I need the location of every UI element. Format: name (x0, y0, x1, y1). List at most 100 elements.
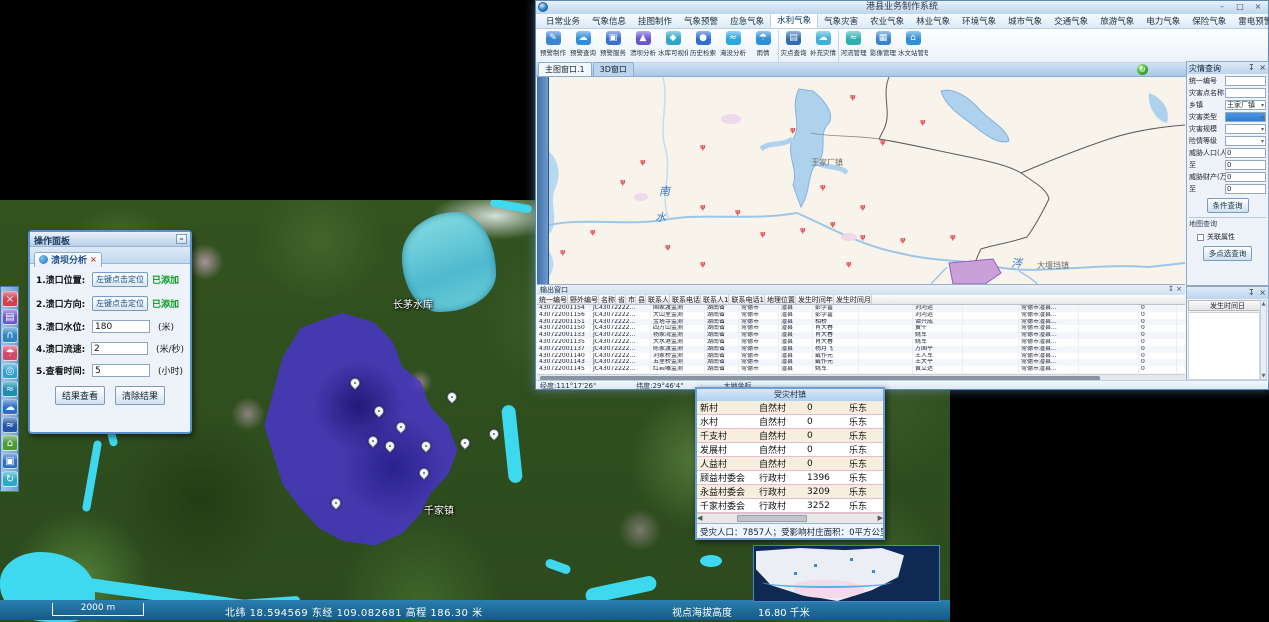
menu-tab[interactable]: 气象预警 (678, 13, 724, 28)
field-input[interactable]: ▾ (1225, 76, 1266, 86)
tab-close-icon[interactable]: × (90, 255, 97, 264)
village-row[interactable]: 发展村自然村0乐东 (697, 443, 883, 457)
table-row[interactable]: 430722001140JC43072222...刘家桥监测 湖南省常德市澧县 … (537, 353, 1185, 360)
table-row[interactable]: 430722001143JC43072222...五里桥监测 湖南省常德市澧县 … (537, 359, 1185, 366)
menu-tab[interactable]: 雷电预警 (1232, 13, 1269, 28)
action-button[interactable]: 清除结果 (115, 386, 165, 405)
chevron-down-icon[interactable]: ▾ (1261, 138, 1264, 145)
collapsed-layer-panel[interactable] (537, 77, 549, 284)
village-row[interactable]: 永益村委会行政村3209乐东 (697, 485, 883, 499)
person-alert-icon[interactable]: ☂ (2, 345, 18, 361)
menu-tab[interactable]: 保险气象 (1186, 13, 1232, 28)
table-row[interactable]: 430722001133JC43072222...杨家湾监测 湖南省常德市澧县 … (537, 332, 1185, 339)
column-header[interactable]: 发生时间月 (834, 295, 872, 304)
window-control-icon[interactable]: – (1215, 2, 1229, 11)
village-row[interactable]: 千支村自然村0乐东 (697, 429, 883, 443)
village-row[interactable]: 人益村自然村0乐东 (697, 457, 883, 471)
disaster-marker-icon[interactable]: ψ (560, 249, 566, 256)
flood-scene-icon[interactable]: ▤ (2, 309, 18, 325)
disaster-marker-icon[interactable]: ψ (846, 261, 852, 268)
grid-caption-bar[interactable]: 输出窗口 ↧ × (537, 285, 1185, 295)
ribbon-button[interactable]: ☁ 预警查询 (568, 30, 598, 62)
column-header[interactable]: 发生时间年 (796, 295, 834, 304)
menu-tab[interactable]: 交通气象 (1048, 13, 1094, 28)
field-input[interactable]: ▾ (1225, 88, 1266, 98)
disaster-marker-icon[interactable]: ψ (820, 184, 826, 191)
table-row[interactable]: 430722001156JC43072222...大山里监测 湖南省常德市澧县 … (537, 312, 1185, 319)
table-row[interactable]: 430722001150JC43072222...四方山监测 湖南省常德市澧县 … (537, 325, 1185, 332)
waves-icon[interactable]: ≈ (2, 417, 18, 433)
village-row[interactable]: 新村自然村0乐东 (697, 401, 883, 415)
field-input[interactable]: ▾ (1225, 112, 1266, 122)
column-header[interactable]: 统一编号 (537, 295, 568, 304)
umbrella-icon[interactable]: ◎ (2, 363, 18, 379)
chevron-down-icon[interactable]: ▾ (1261, 114, 1264, 121)
column-header[interactable]: 地理位置 (765, 295, 796, 304)
disaster-marker-icon[interactable]: ψ (880, 139, 886, 146)
view-tab[interactable]: 主图窗口.1 (538, 62, 592, 76)
window-control-icon[interactable]: □ (1233, 2, 1247, 11)
pin-icon[interactable]: ↧ (1168, 285, 1174, 293)
field-input[interactable]: 王家厂镇 ▾ (1225, 100, 1266, 110)
column-header[interactable]: 野外编号 (568, 295, 599, 304)
village-row[interactable]: 千家村委会行政村3252乐东 (697, 499, 883, 513)
column-header[interactable]: 名称 (599, 295, 616, 304)
field-input[interactable]: ▾ (1225, 136, 1266, 146)
ribbon-button[interactable]: ☂ 雨情 (748, 30, 778, 62)
disaster-marker-icon[interactable]: ψ (735, 209, 741, 216)
close-icon[interactable]: × (1176, 285, 1182, 293)
multi-select-query-button[interactable]: 多点选查询 (1203, 246, 1253, 261)
column-header[interactable]: 联系电话1 (729, 295, 764, 304)
scroll-up-icon[interactable]: ▲ (1261, 301, 1266, 307)
column-header[interactable]: 发生时间日 (1188, 300, 1267, 311)
disaster-marker-icon[interactable]: ψ (900, 237, 906, 244)
ribbon-button[interactable]: ≈ 河流管理 (838, 30, 868, 62)
panel-header[interactable]: 灾情查询 ↧ × (1187, 62, 1268, 74)
disaster-marker-icon[interactable]: ψ (640, 159, 646, 166)
menu-tab[interactable]: 环境气象 (956, 13, 1002, 28)
ribbon-button[interactable]: ▦ 影像管理 (868, 30, 898, 62)
ribbon-button[interactable]: ▣ 预警服务 (598, 30, 628, 62)
field-input[interactable]: 0 ▾ (1225, 172, 1266, 182)
table-row[interactable]: 430722001151JC43072222...宝塔寺监测 湖南省常德市澧县 … (537, 319, 1185, 326)
disaster-marker-icon[interactable]: ψ (760, 231, 766, 238)
scrollbar-thumb[interactable] (737, 515, 807, 522)
disaster-marker-icon[interactable]: ψ (800, 227, 806, 234)
rainbow-icon[interactable]: ∩ (2, 327, 18, 343)
disaster-marker-icon[interactable]: ψ (920, 119, 926, 126)
condition-query-button[interactable]: 条件查询 (1207, 198, 1249, 213)
wave-splash-icon[interactable]: ≈ (2, 381, 18, 397)
column-header[interactable]: 省 (616, 295, 626, 304)
column-header[interactable]: 联系人1 (701, 295, 729, 304)
disaster-marker-icon[interactable]: ψ (700, 204, 706, 211)
field-input[interactable]: 0 ▾ (1225, 184, 1266, 194)
station-icon[interactable]: ▣ (2, 453, 18, 469)
village-row[interactable]: 水村自然村0乐东 (697, 415, 883, 429)
link-attribute-checkbox[interactable]: 关联属性 (1197, 232, 1268, 242)
column-header[interactable]: 联系电话 (670, 295, 701, 304)
menu-tab[interactable]: 日常业务 (540, 13, 586, 28)
field-input[interactable]: 0 ▾ (1225, 148, 1266, 158)
menu-tab[interactable]: 林业气象 (910, 13, 956, 28)
horizontal-scrollbar[interactable]: ◀▶ (697, 513, 883, 523)
disaster-marker-icon[interactable]: ψ (860, 234, 866, 241)
close-icon[interactable]: × (1259, 288, 1266, 297)
column-header[interactable]: 市 (626, 295, 636, 304)
rain-cloud-icon[interactable]: ☁ (2, 399, 18, 415)
ribbon-button[interactable]: ● 历史检索 (688, 30, 718, 62)
pin-icon[interactable]: ↧ (1248, 63, 1255, 72)
disaster-marker-icon[interactable]: ψ (590, 229, 596, 236)
column-header[interactable]: 县 (636, 295, 646, 304)
menu-tab[interactable]: 城市气象 (1002, 13, 1048, 28)
ribbon-button[interactable]: ⌂ 水文站管理 (898, 30, 928, 62)
chevron-down-icon[interactable]: ▾ (1261, 126, 1264, 133)
minimize-icon[interactable]: – (176, 234, 187, 244)
window-control-icon[interactable]: × (1251, 2, 1265, 11)
menu-tab[interactable]: 气象灾害 (818, 13, 864, 28)
scroll-down-icon[interactable]: ▼ (1261, 373, 1266, 379)
disaster-marker-icon[interactable]: ψ (830, 221, 836, 228)
ribbon-button[interactable]: ✎ 预警制作 (538, 30, 568, 62)
ribbon-button[interactable]: ≈ 淹没分析 (718, 30, 748, 62)
ribbon-button[interactable]: ▤ 灾点查询 (778, 30, 808, 62)
field-input[interactable]: ▾ (1225, 124, 1266, 134)
